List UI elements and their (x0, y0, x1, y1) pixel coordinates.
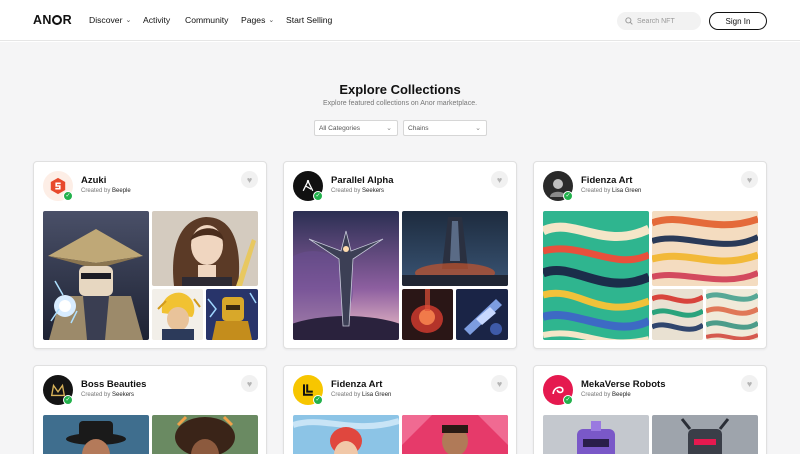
anor-logo[interactable]: AN R (33, 13, 72, 27)
chains-select[interactable]: Chains ⌄ (403, 120, 487, 136)
collection-image-main[interactable] (293, 415, 399, 454)
collection-creator: Created by Seekers (331, 188, 385, 194)
collection-image-main[interactable] (543, 211, 649, 340)
chevron-down-icon: ⌄ (475, 125, 481, 132)
collection-image[interactable] (456, 289, 508, 340)
nav-item-pages[interactable]: Pages ⌄ (241, 15, 274, 25)
collection-card-parallel-alpha[interactable]: ✓ Parallel Alpha Created by Seekers ♥ (283, 161, 517, 349)
collection-name: Azuki (81, 175, 107, 186)
logo-ring-icon (52, 15, 63, 25)
collection-image-main[interactable] (543, 415, 649, 454)
collection-image[interactable] (402, 211, 508, 286)
collection-card-azuki[interactable]: ✓ Azuki Created by Beeple ♥ (33, 161, 267, 349)
chevron-down-icon: ⌄ (268, 17, 275, 24)
collection-image-main[interactable] (43, 211, 149, 340)
verified-badge-icon: ✓ (63, 191, 73, 201)
collection-name: Fidenza Art (581, 175, 633, 186)
collection-card-boss-beauties[interactable]: ✓ Boss Beauties Created by Seekers ♥ (33, 365, 267, 454)
heart-icon[interactable]: ♥ (741, 375, 758, 392)
collection-creator: Created by Beeple (81, 188, 131, 194)
verified-badge-icon: ✓ (313, 191, 323, 201)
collection-name: MekaVerse Robots (581, 379, 666, 390)
search-input[interactable] (637, 17, 697, 25)
collection-card-mekaverse-robots[interactable]: ✓ MekaVerse Robots Created by Beeple ♥ (533, 365, 767, 454)
heart-icon[interactable]: ♥ (491, 171, 508, 188)
sign-in-button[interactable]: Sign In (709, 12, 767, 30)
collection-image-main[interactable] (293, 211, 399, 340)
collection-name: Parallel Alpha (331, 175, 394, 186)
verified-badge-icon: ✓ (313, 395, 323, 405)
category-select[interactable]: All Categories ⌄ (314, 120, 398, 136)
collection-card-fidenza-art-2[interactable]: ✓ Fidenza Art Created by Lisa Green ♥ (283, 365, 517, 454)
chevron-down-icon: ⌄ (125, 17, 132, 24)
collection-creator: Created by Lisa Green (331, 392, 392, 398)
collection-image[interactable] (652, 211, 758, 286)
collection-creator: Created by Lisa Green (581, 188, 642, 194)
heart-icon[interactable]: ♥ (491, 375, 508, 392)
verified-badge-icon: ✓ (563, 191, 573, 201)
collection-image-main[interactable] (43, 415, 149, 454)
nav-item-start-selling[interactable]: Start Selling (286, 15, 332, 25)
nav-item-community[interactable]: Community (185, 15, 228, 25)
collection-image[interactable] (152, 289, 203, 340)
page-subtitle: Explore featured collections on Anor mar… (322, 100, 478, 107)
page-title: Explore Collections (339, 82, 461, 97)
collection-image[interactable] (206, 289, 258, 340)
collection-image[interactable] (402, 289, 453, 340)
heart-icon[interactable]: ♥ (241, 171, 258, 188)
collection-image[interactable] (402, 415, 508, 454)
collection-image[interactable] (652, 415, 758, 454)
nav-item-discover[interactable]: Discover ⌄ (89, 15, 131, 25)
collection-image[interactable] (152, 211, 258, 286)
collection-name: Boss Beauties (81, 379, 147, 390)
collection-image[interactable] (706, 289, 758, 340)
collection-image[interactable] (652, 289, 703, 340)
collection-card-fidenza-art[interactable]: ✓ Fidenza Art Created by Lisa Green ♥ (533, 161, 767, 349)
search-box[interactable] (617, 12, 701, 30)
collection-image[interactable] (152, 415, 258, 454)
collection-creator: Created by Seekers (81, 392, 135, 398)
heart-icon[interactable]: ♥ (241, 375, 258, 392)
nav-item-activity[interactable]: Activity (143, 15, 170, 25)
verified-badge-icon: ✓ (563, 395, 573, 405)
heart-icon[interactable]: ♥ (741, 171, 758, 188)
collection-creator: Created by Beeple (581, 392, 631, 398)
chevron-down-icon: ⌄ (386, 125, 392, 132)
search-icon (625, 17, 633, 25)
verified-badge-icon: ✓ (63, 395, 73, 405)
collection-name: Fidenza Art (331, 379, 383, 390)
top-navbar: AN R Discover ⌄ Activity Community Pages ⌄ … (0, 0, 800, 41)
